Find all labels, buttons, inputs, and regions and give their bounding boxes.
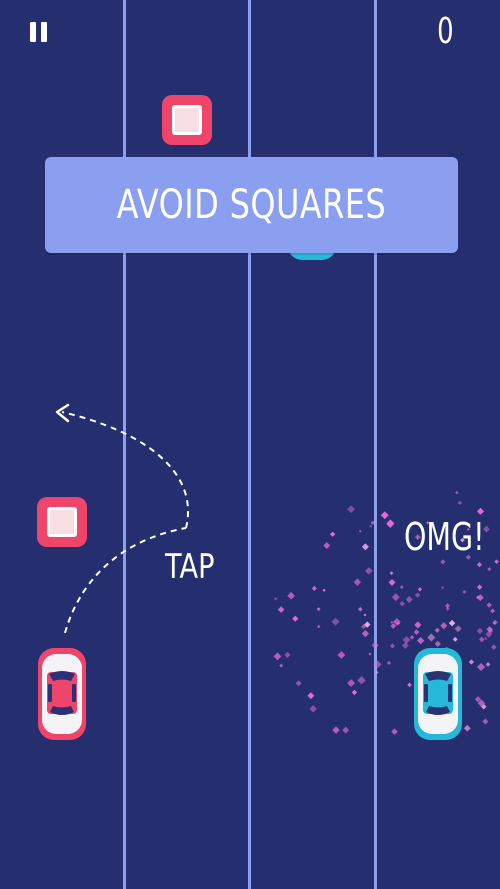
particle-burst	[273, 490, 499, 735]
particle	[287, 591, 295, 600]
particle	[434, 640, 441, 647]
particle	[363, 613, 367, 617]
particle	[375, 670, 379, 675]
particle	[486, 602, 492, 608]
particle	[357, 675, 366, 685]
particle	[332, 726, 340, 734]
particle	[361, 543, 369, 551]
particle	[311, 585, 317, 591]
particle	[455, 490, 459, 495]
particle	[292, 615, 299, 622]
particle	[391, 728, 398, 735]
particle	[369, 524, 373, 528]
particle	[316, 624, 321, 629]
particle	[487, 567, 492, 572]
particle	[284, 651, 291, 659]
particle	[342, 726, 350, 734]
particle	[402, 635, 411, 644]
particle	[388, 578, 396, 586]
particle	[380, 511, 389, 520]
particle	[370, 520, 375, 525]
particle	[309, 705, 317, 713]
particle	[368, 652, 372, 656]
particle	[351, 689, 358, 696]
particle	[485, 662, 491, 667]
particle	[414, 621, 422, 629]
particle	[494, 559, 499, 564]
particle	[476, 627, 484, 635]
particle	[329, 531, 336, 537]
particle	[445, 606, 450, 611]
particle	[405, 595, 413, 603]
particle	[476, 584, 483, 590]
tap-hint-label: TAP	[165, 547, 215, 587]
particle	[373, 660, 382, 669]
pause-icon-bar	[41, 22, 47, 42]
particle	[389, 571, 394, 576]
pause-button[interactable]	[28, 22, 50, 42]
particle	[484, 637, 488, 641]
particle	[478, 636, 485, 643]
particle	[361, 630, 370, 638]
particle	[476, 662, 486, 672]
particle	[390, 620, 394, 624]
particle	[440, 559, 446, 565]
particle	[452, 636, 458, 642]
score-counter: 0	[437, 11, 454, 52]
particle	[417, 636, 425, 645]
particle	[279, 663, 284, 668]
particle	[457, 500, 462, 506]
particle	[353, 578, 362, 586]
particle	[347, 679, 356, 688]
particle	[409, 635, 415, 640]
particle	[462, 590, 467, 594]
particle	[358, 529, 362, 533]
particle	[491, 644, 497, 650]
particle	[307, 692, 315, 700]
red-car	[38, 648, 86, 740]
particle	[277, 606, 285, 613]
particle	[463, 724, 471, 732]
particle	[316, 607, 321, 612]
particle	[331, 617, 340, 626]
particle	[417, 587, 423, 592]
particle	[399, 585, 404, 590]
particle	[347, 505, 355, 514]
particle	[371, 641, 379, 649]
particle	[440, 622, 448, 630]
particle	[273, 597, 278, 601]
particle	[468, 659, 475, 665]
particle	[391, 593, 400, 602]
particle	[365, 567, 373, 575]
omg-label: OMG!	[404, 515, 485, 559]
particle	[413, 629, 420, 635]
particle	[434, 627, 440, 633]
particle	[386, 519, 395, 528]
game-screen[interactable]: AVOID SQUARES TAP OMG! 0	[0, 0, 500, 889]
pause-icon	[30, 22, 36, 42]
particle	[427, 633, 436, 642]
particle	[482, 718, 489, 725]
particle	[407, 682, 412, 688]
particle	[337, 651, 346, 659]
particle	[390, 643, 395, 649]
particle	[448, 619, 456, 627]
particle	[399, 600, 405, 607]
instruction-banner: AVOID SQUARES	[45, 157, 458, 253]
particle	[476, 562, 483, 568]
particle	[402, 642, 409, 649]
particle	[490, 608, 495, 614]
particle	[357, 606, 363, 612]
particle	[386, 660, 392, 666]
particle	[476, 507, 485, 515]
particle	[441, 586, 445, 590]
particle	[454, 625, 462, 633]
particle	[295, 680, 302, 687]
particle	[273, 652, 282, 661]
blue-car	[414, 648, 462, 740]
particle	[414, 592, 421, 598]
particle	[322, 588, 326, 592]
particle	[323, 542, 331, 550]
banner-text: AVOID SQUARES	[116, 182, 387, 228]
